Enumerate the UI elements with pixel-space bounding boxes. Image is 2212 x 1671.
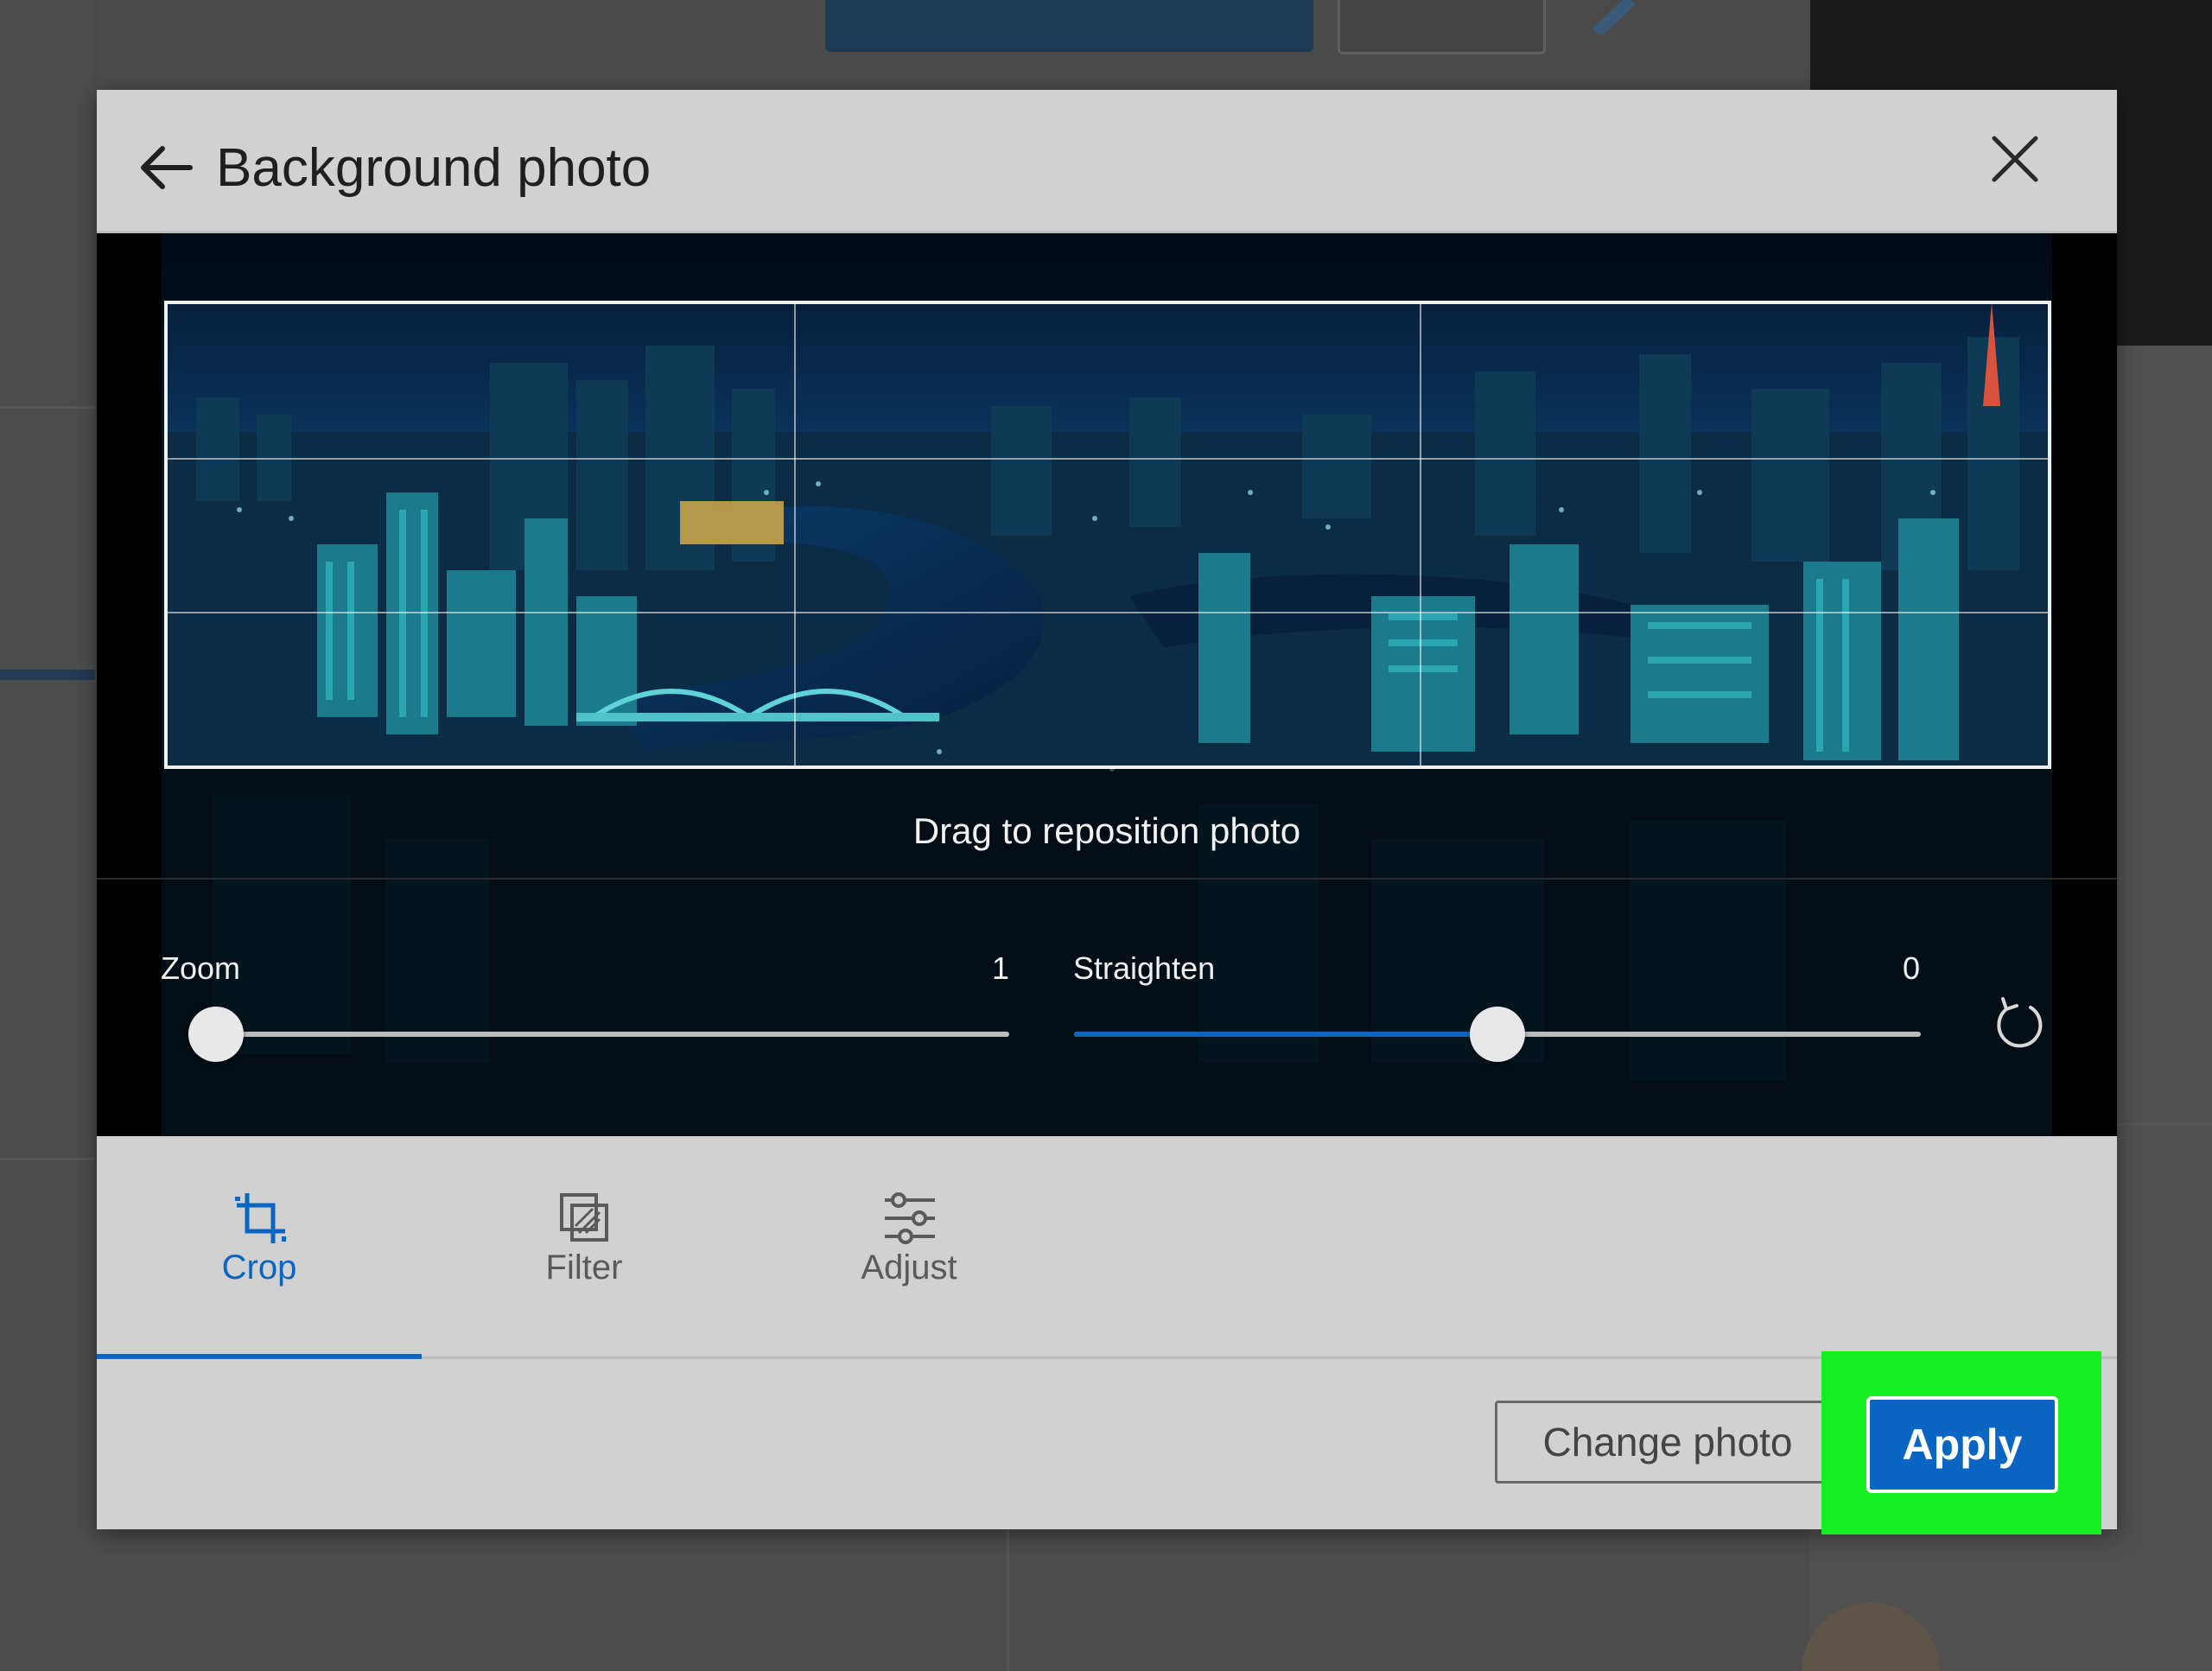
background-bottom-cards (95, 1529, 1810, 1671)
rotate-reset-icon (1997, 997, 2043, 1048)
background-photo-modal: Background photo Drag to reposition phot… (97, 90, 2117, 1529)
straighten-slider[interactable] (1074, 1007, 1921, 1062)
background-divider (1007, 1529, 1009, 1671)
straighten-slider-thumb[interactable] (1470, 1007, 1525, 1062)
tab-adjust[interactable]: Adjust (747, 1136, 1071, 1356)
crop-frame[interactable] (164, 301, 2051, 769)
background-pencil-icon (1592, 0, 1636, 35)
zoom-slider-thumb[interactable] (188, 1007, 244, 1062)
crop-grid-line (1420, 304, 1422, 766)
modal-header: Background photo (97, 90, 2117, 233)
background-left-column (0, 0, 95, 1671)
sliders-icon (885, 1192, 935, 1244)
tab-filter-label: Filter (545, 1248, 623, 1287)
straighten-label: Straighten (1073, 950, 1216, 986)
close-icon (1992, 136, 2038, 182)
crop-icon (235, 1193, 286, 1243)
change-photo-button[interactable]: Change photo (1495, 1401, 1840, 1484)
background-accent-strip (0, 670, 95, 680)
background-divider (0, 1158, 95, 1160)
background-more-button (1338, 0, 1546, 54)
crop-grid-line (168, 611, 2048, 613)
filter-icon (560, 1193, 608, 1242)
zoom-slider[interactable] (188, 1007, 1009, 1062)
tab-crop-label: Crop (221, 1248, 297, 1287)
crop-grid-line (793, 304, 796, 766)
tab-filter[interactable]: Filter (422, 1136, 747, 1356)
background-divider (0, 406, 95, 409)
edit-tabs: Crop Filter Adjust (97, 1136, 2117, 1359)
crop-grid-line (168, 457, 2048, 460)
background-add-section-button (825, 0, 1313, 52)
close-button[interactable] (1984, 128, 2046, 190)
modal-footer: Change photo (97, 1359, 2117, 1529)
zoom-value: 1 (992, 950, 1010, 986)
tab-crop[interactable]: Crop (97, 1136, 422, 1359)
apply-button[interactable]: Apply (1866, 1396, 2058, 1493)
modal-title: Background photo (216, 138, 652, 198)
editor-controls: Zoom 1 Straighten 0 (97, 880, 2117, 1136)
arrow-left-icon (141, 146, 193, 189)
photo-editor: Drag to reposition photo Zoom 1 Straight… (97, 233, 2117, 1136)
tab-adjust-label: Adjust (861, 1248, 957, 1287)
straighten-value: 0 (1903, 950, 1921, 986)
reset-button[interactable] (1987, 994, 2048, 1054)
zoom-label: Zoom (161, 950, 241, 986)
back-button[interactable] (131, 133, 200, 202)
background-avatar (1802, 1603, 1940, 1671)
drag-hint: Drag to reposition photo (912, 810, 1301, 851)
straighten-slider-fill (1074, 1032, 1497, 1037)
